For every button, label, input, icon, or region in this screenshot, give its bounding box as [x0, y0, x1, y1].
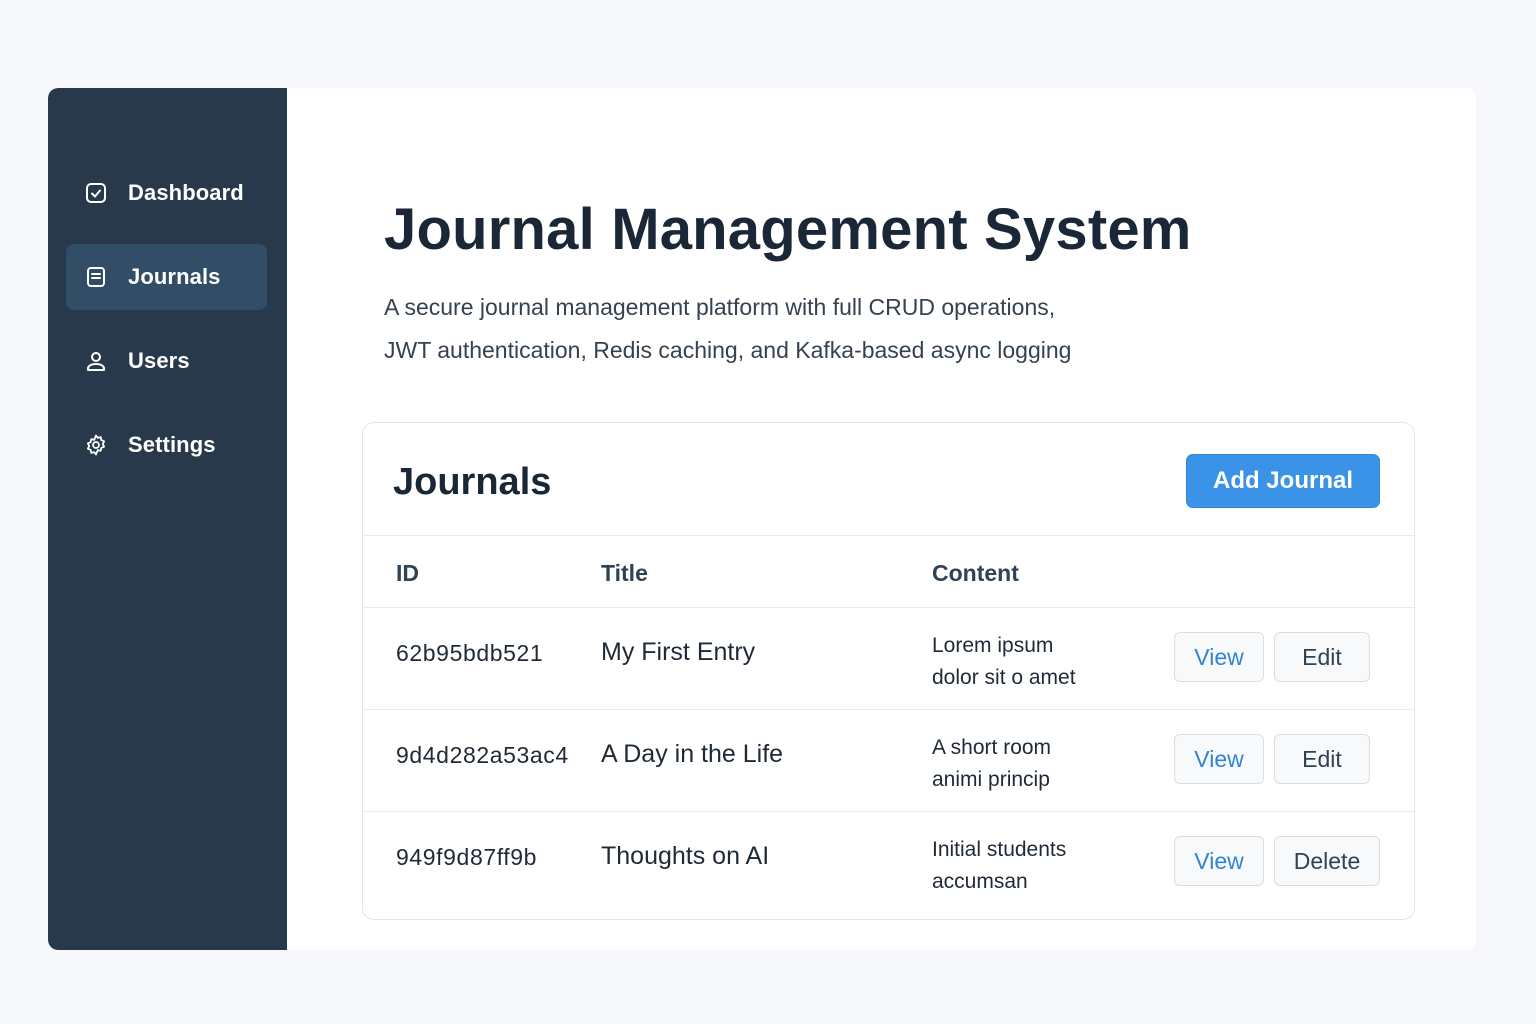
table-row: 62b95bdb521 My First Entry Lorem ipsum d…: [363, 608, 1414, 710]
main-content: Journal Management System A secure journ…: [287, 88, 1476, 950]
journal-title: My First Entry: [601, 638, 756, 666]
journal-content: A short room animi princip: [932, 732, 1142, 796]
card-header: Journals Add Journal: [363, 423, 1414, 536]
sidebar-item-journals[interactable]: Journals: [66, 244, 267, 310]
card-title: Journals: [393, 461, 552, 503]
sidebar-item-label: Settings: [128, 432, 216, 457]
edit-button[interactable]: Edit: [1274, 632, 1370, 682]
journal-content: Initial students accumsan: [932, 834, 1142, 898]
gear-icon: [84, 433, 108, 457]
view-button[interactable]: View: [1174, 632, 1264, 682]
view-button[interactable]: View: [1174, 734, 1264, 784]
sidebar-item-label: Users: [128, 348, 190, 373]
journal-id: 949f9d87ff9b: [396, 844, 538, 870]
page-subtitle-line: JWT authentication, Redis caching, and K…: [384, 337, 1072, 363]
user-icon: [84, 349, 108, 373]
page-subtitle-line: A secure journal management platform wit…: [384, 294, 1056, 320]
page-subtitle: A secure journal management platform wit…: [384, 286, 1184, 372]
column-header-id: ID: [396, 560, 419, 586]
journal-content-line: dolor sit o amet: [932, 666, 1076, 689]
view-button[interactable]: View: [1174, 836, 1264, 886]
journal-content-line: A short room: [932, 736, 1052, 759]
sidebar-item-label: Dashboard: [128, 180, 244, 205]
edit-button[interactable]: Edit: [1274, 734, 1370, 784]
journal-content-line: Initial students: [932, 838, 1067, 861]
sidebar-item-dashboard[interactable]: Dashboard: [66, 160, 267, 226]
sidebar-item-settings[interactable]: Settings: [66, 412, 267, 478]
journals-card: Journals Add Journal ID Title Content 62…: [362, 422, 1415, 920]
delete-button[interactable]: Delete: [1274, 836, 1380, 886]
journal-title: A Day in the Life: [601, 740, 784, 768]
table-header: ID Title Content: [363, 536, 1414, 608]
sidebar-item-users[interactable]: Users: [66, 328, 267, 394]
column-header-title: Title: [601, 560, 648, 586]
app-window: Dashboard Journals Users Settings Journa…: [48, 88, 1476, 950]
add-journal-button[interactable]: Add Journal: [1186, 454, 1380, 508]
document-icon: [84, 265, 108, 289]
sidebar-item-label: Journals: [128, 264, 221, 289]
journal-title: Thoughts on AI: [601, 842, 770, 870]
table-row: 9d4d282a53ac4 A Day in the Life A short …: [363, 710, 1414, 812]
journal-content-line: animi princip: [932, 768, 1050, 791]
sidebar: Dashboard Journals Users Settings: [48, 88, 287, 950]
journal-content-line: accumsan: [932, 870, 1028, 893]
journal-content: Lorem ipsum dolor sit o amet: [932, 630, 1142, 694]
dashboard-check-icon: [84, 181, 108, 205]
journal-id: 62b95bdb521: [396, 640, 544, 666]
page-title: Journal Management System: [384, 197, 1192, 262]
journal-content-line: Lorem ipsum: [932, 634, 1054, 657]
column-header-content: Content: [932, 560, 1019, 586]
table-row: 949f9d87ff9b Thoughts on AI Initial stud…: [363, 812, 1414, 914]
journal-id: 9d4d282a53ac4: [396, 742, 569, 768]
